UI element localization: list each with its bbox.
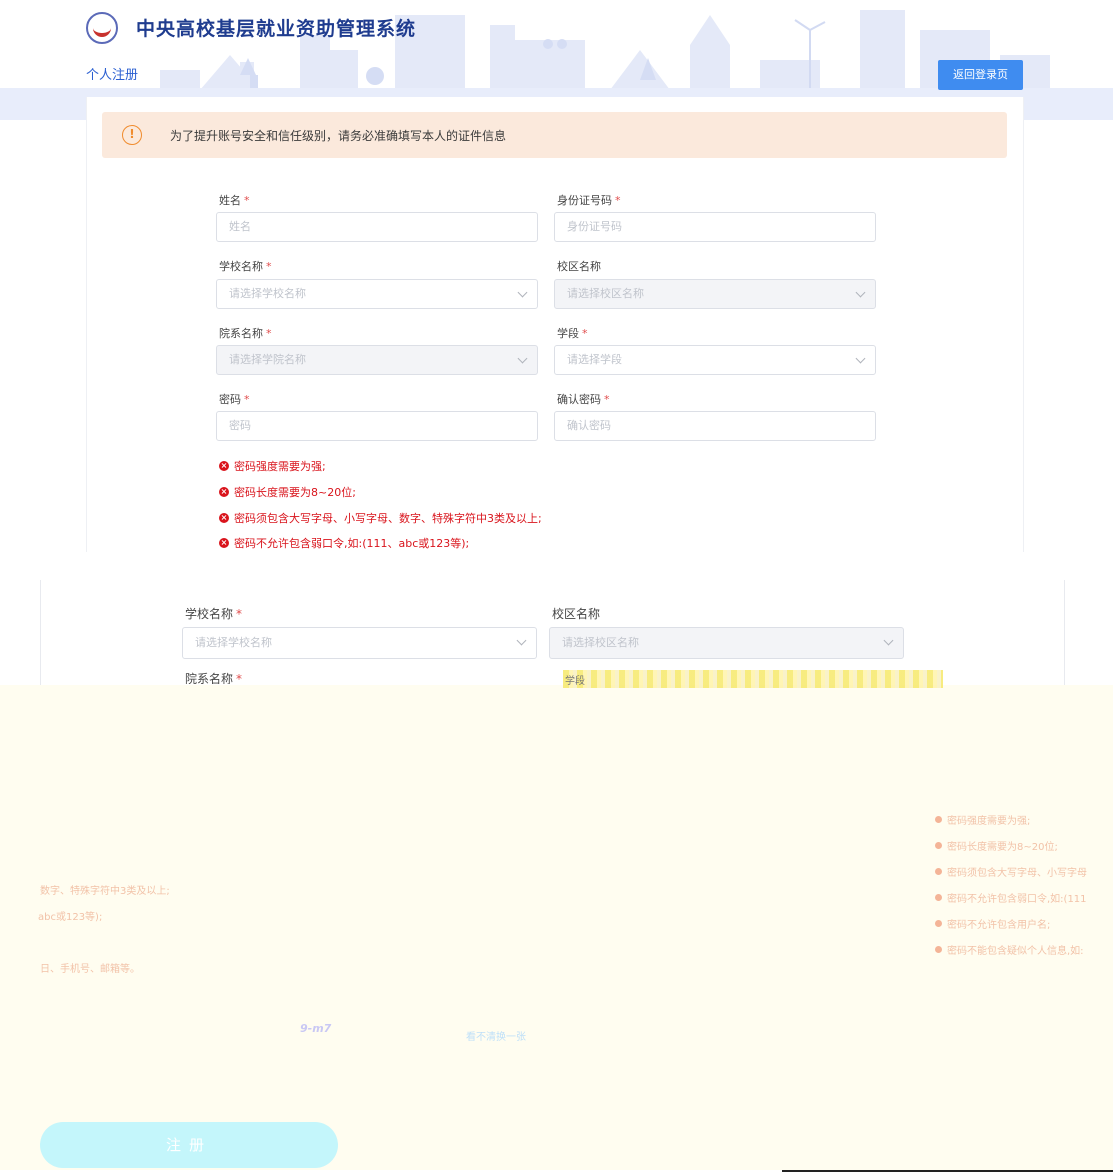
- school-select[interactable]: 请选择学校名称: [216, 279, 538, 309]
- id-number-input[interactable]: 身份证号码: [554, 212, 876, 242]
- info-alert: ! 为了提升账号安全和信任级别，请务必准确填写本人的证件信息: [102, 112, 1007, 158]
- stage-select[interactable]: 请选择学段: [554, 345, 876, 375]
- captcha-image[interactable]: 9-m7: [300, 1022, 331, 1035]
- registration-page: 中央高校基层就业资助管理系统 个人注册 返回登录页 ! 为了提升账号安全和信任级…: [0, 0, 1113, 1176]
- refresh-captcha-link[interactable]: 看不清换一张: [466, 1028, 526, 1043]
- chevron-down-icon: [855, 353, 866, 364]
- campus-select[interactable]: 请选择校区名称: [554, 279, 876, 309]
- faint-rule-text: 日、手机号、邮箱等。: [40, 964, 140, 975]
- error-icon: [935, 946, 942, 953]
- system-title: 中央高校基层就业资助管理系统: [136, 18, 417, 40]
- school-label: 学校名称 *: [185, 607, 243, 621]
- divider: [782, 1170, 1113, 1172]
- chevron-down-icon: [855, 287, 866, 298]
- faint-password-rule: 密码须包含大写字母、小写字母: [935, 864, 1087, 879]
- department-select[interactable]: 请选择学院名称: [216, 345, 538, 375]
- campus-label: 校区名称: [557, 260, 601, 273]
- department-label: 院系名称 *: [185, 672, 243, 684]
- faint-password-rule: 密码不允许包含弱口令,如:(111: [935, 890, 1087, 905]
- password-input[interactable]: 密码: [216, 411, 538, 441]
- register-button[interactable]: 注册: [40, 1122, 338, 1168]
- warning-icon: !: [122, 125, 142, 145]
- name-input[interactable]: 姓名: [216, 212, 538, 242]
- faint-rule-text: 数字、特殊字符中3类及以上;: [40, 886, 170, 897]
- system-logo: [86, 12, 118, 44]
- password-label: 密码 *: [219, 393, 250, 406]
- alert-text: 为了提升账号安全和信任级别，请务必准确填写本人的证件信息: [170, 129, 507, 143]
- school-label: 学校名称 *: [219, 260, 272, 273]
- campus-select[interactable]: 请选择校区名称: [549, 627, 904, 659]
- faint-password-rule: 密码强度需要为强;: [935, 812, 1030, 827]
- error-icon: ×: [219, 513, 229, 523]
- error-icon: ×: [219, 461, 229, 471]
- error-icon: [935, 920, 942, 927]
- confirm-password-input[interactable]: 确认密码: [554, 411, 876, 441]
- back-to-login-button[interactable]: 返回登录页: [938, 60, 1023, 90]
- department-label: 院系名称 *: [219, 327, 272, 340]
- error-icon: [935, 816, 942, 823]
- school-select[interactable]: 请选择学校名称: [182, 627, 537, 659]
- faint-rule-text: abc或123等);: [38, 912, 103, 923]
- error-icon: ×: [219, 538, 229, 548]
- error-icon: [935, 894, 942, 901]
- faint-password-rule: 密码不允许包含用户名;: [935, 916, 1050, 931]
- chevron-down-icon: [516, 635, 527, 646]
- campus-label: 校区名称: [552, 607, 601, 621]
- faint-password-rule: 密码长度需要为8~20位;: [935, 838, 1058, 853]
- page-label: 个人注册: [86, 68, 139, 83]
- error-icon: ×: [219, 487, 229, 497]
- chevron-down-icon: [883, 635, 894, 646]
- stage-label: 学段 *: [557, 327, 588, 340]
- id-number-label: 身份证号码 *: [557, 194, 621, 207]
- password-rule: × 密码长度需要为8~20位;: [219, 486, 356, 499]
- error-icon: [935, 868, 942, 875]
- chevron-down-icon: [517, 287, 528, 298]
- error-icon: [935, 842, 942, 849]
- password-rule: × 密码强度需要为强;: [219, 460, 326, 473]
- confirm-password-label: 确认密码 *: [557, 393, 610, 406]
- faint-password-rule: 密码不能包含疑似个人信息,如:: [935, 942, 1084, 957]
- render-artifact: [563, 670, 943, 688]
- password-rule: × 密码不允许包含弱口令,如:(111、abc或123等);: [219, 537, 470, 550]
- password-rule: × 密码须包含大写字母、小写字母、数字、特殊字符中3类及以上;: [219, 512, 542, 525]
- chevron-down-icon: [517, 353, 528, 364]
- name-label: 姓名 *: [219, 194, 250, 207]
- stage-label: 学段: [565, 676, 585, 687]
